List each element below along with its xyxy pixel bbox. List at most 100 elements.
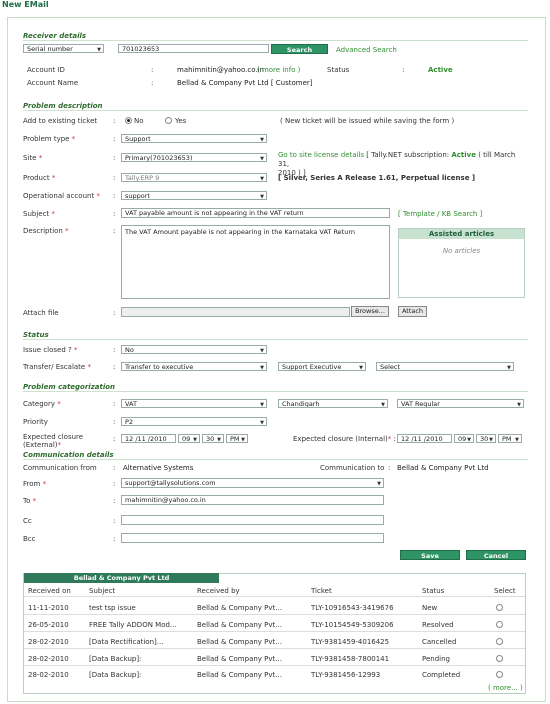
chevron-down-icon: ▼ [97, 47, 101, 53]
issue-closed-select[interactable]: No ▼ [121, 345, 267, 354]
cell-status: New [422, 604, 438, 612]
colon: : [151, 79, 154, 87]
required-mark: * [38, 154, 43, 162]
account-name-value: Bellad & Company Pvt Ltd [ Customer] [177, 79, 313, 87]
priority-label: Priority [23, 418, 48, 426]
chevron-down-icon: ▼ [489, 437, 493, 443]
section-status: Status [23, 331, 49, 339]
chevron-down-icon: ▼ [260, 137, 264, 143]
external-ampm-select[interactable]: PM ▼ [226, 434, 248, 443]
radio-no[interactable] [125, 117, 132, 124]
site-license-link[interactable]: Go to site license details [278, 151, 364, 159]
cc-input[interactable] [121, 515, 384, 525]
internal-hour-select[interactable]: 09 ▼ [454, 434, 474, 443]
internal-ampm-select[interactable]: PM ▼ [498, 434, 522, 443]
subcategory-select[interactable]: VAT Regular ▼ [397, 399, 524, 408]
cell-subject: test tsp issue [89, 604, 136, 612]
cell-status: Completed [422, 671, 461, 679]
external-hour-select[interactable]: 09 ▼ [178, 434, 200, 443]
category-select[interactable]: VAT ▼ [121, 399, 267, 408]
window-title-bar: New EMail [0, 0, 550, 11]
divider [23, 391, 528, 392]
row-select-radio[interactable] [496, 671, 503, 678]
executive-select[interactable]: Support Executive ▼ [278, 362, 366, 371]
tab-ticket-history[interactable]: Bellad & Company Pvt Ltd [24, 573, 219, 583]
cell-status: Cancelled [422, 638, 457, 646]
search-input[interactable]: 701023653 [118, 44, 269, 53]
internal-minute-select[interactable]: 30 ▼ [476, 434, 496, 443]
description-textarea[interactable]: The VAT Amount payable is not appearing … [121, 225, 390, 299]
chevron-down-icon: ▼ [467, 437, 471, 443]
required-mark: * [42, 480, 47, 488]
account-id-value: mahimnitin@yahoo.co.in [177, 66, 264, 74]
bcc-label: Bcc [23, 535, 36, 543]
colon: : [113, 535, 116, 543]
problem-type-select[interactable]: Support ▼ [121, 134, 267, 143]
colon: : [113, 154, 116, 162]
chevron-down-icon: ▼ [260, 348, 264, 354]
bcc-input[interactable] [121, 533, 384, 543]
radio-yes-label: Yes [175, 117, 187, 125]
to-input[interactable]: mahimnitin@yahoo.co.in [121, 495, 384, 505]
site-label: Site * [23, 154, 43, 162]
colon: : [113, 309, 116, 317]
search-button[interactable]: Search [271, 44, 328, 54]
cancel-button[interactable]: Cancel [466, 550, 526, 560]
chevron-down-icon: ▼ [217, 437, 221, 443]
assignee-select[interactable]: Select ▼ [376, 362, 514, 371]
search-by-select[interactable]: Serial number ▼ [23, 44, 104, 53]
browse-button[interactable]: Browse... [351, 306, 389, 317]
chevron-down-icon: ▼ [260, 402, 264, 408]
transfer-select[interactable]: Transfer to executive ▼ [121, 362, 267, 371]
cell-ticket: TLY-9381456-12993 [311, 671, 381, 679]
external-date-input[interactable]: 12 /11 /2010 [121, 434, 176, 443]
advanced-search-link[interactable]: Advanced Search [336, 46, 397, 54]
cell-date: 28-02-2010 [28, 671, 69, 679]
attach-file-input[interactable] [121, 307, 350, 317]
cell-received-by: Bellad & Company Pvt... [197, 604, 282, 612]
cell-date: 28-02-2010 [28, 655, 69, 663]
priority-select[interactable]: P2 ▼ [121, 417, 267, 426]
subject-label: Subject * [23, 210, 55, 218]
col-status: Status [422, 587, 445, 595]
chevron-down-icon: ▼ [507, 365, 511, 371]
row-select-radio[interactable] [496, 604, 503, 611]
cell-date: 11-11-2010 [28, 604, 69, 612]
more-history-link[interactable]: ( more... ) [488, 684, 523, 692]
subject-input[interactable]: VAT payable amount is not appearing in t… [121, 208, 390, 218]
colon: : [113, 346, 116, 354]
colon: : [113, 117, 116, 125]
operational-account-select[interactable]: support ▼ [121, 191, 267, 200]
chevron-down-icon: ▼ [260, 420, 264, 426]
more-info-link[interactable]: ( more info ) [257, 66, 300, 74]
section-categorization: Problem categorization [23, 383, 116, 391]
required-mark: * [71, 135, 76, 143]
state-select[interactable]: Chandigarh ▼ [278, 399, 388, 408]
cc-label: Cc [23, 517, 32, 525]
internal-date-input[interactable]: 12 /11 /2010 [397, 434, 452, 443]
save-button[interactable]: Save [400, 550, 460, 560]
from-select[interactable]: support@tallysolutions.com ▼ [121, 478, 384, 488]
required-mark: * [96, 192, 100, 200]
cell-subject: FREE Tally ADDON Mod... [89, 621, 177, 629]
cell-received-by: Bellad & Company Pvt... [197, 655, 282, 663]
chevron-down-icon: ▼ [260, 194, 264, 200]
radio-yes[interactable] [165, 117, 172, 124]
divider [23, 459, 528, 460]
required-mark: * [57, 400, 61, 408]
row-select-radio[interactable] [496, 655, 503, 662]
site-select[interactable]: Primary(701023653) ▼ [121, 153, 267, 162]
cell-received-by: Bellad & Company Pvt... [197, 621, 282, 629]
cell-status: Pending [422, 655, 450, 663]
attach-button[interactable]: Attach [398, 306, 427, 317]
chevron-down-icon: ▼ [359, 365, 363, 371]
external-minute-select[interactable]: 30 ▼ [202, 434, 224, 443]
row-select-radio[interactable] [496, 621, 503, 628]
colon: : [113, 464, 116, 472]
product-select[interactable]: Tally.ERP 9 ▼ [121, 173, 267, 182]
row-select-radio[interactable] [496, 638, 503, 645]
template-kb-link[interactable]: [ Template / KB Search ] [398, 210, 482, 218]
colon: : [402, 66, 405, 74]
chevron-down-icon: ▼ [381, 402, 385, 408]
divider [24, 614, 525, 615]
